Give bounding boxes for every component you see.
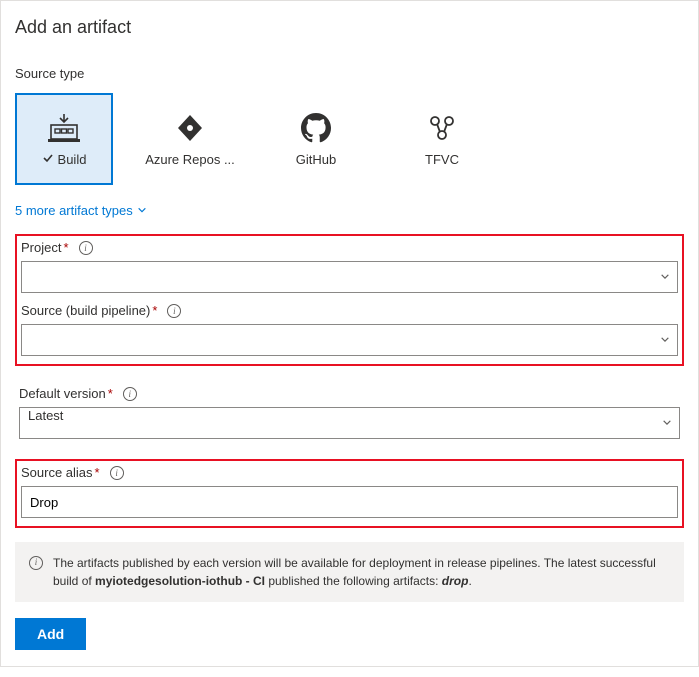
required-marker: *	[108, 386, 113, 401]
source-type-build-label: Build	[58, 152, 87, 167]
source-type-github-label: GitHub	[296, 152, 336, 167]
required-marker: *	[152, 303, 157, 318]
more-artifact-types-link[interactable]: 5 more artifact types	[15, 203, 147, 218]
source-type-azure-repos-label: Azure Repos ...	[145, 152, 235, 167]
azure-repos-icon	[175, 112, 205, 144]
chevron-down-icon	[137, 203, 147, 218]
info-icon[interactable]: i	[79, 241, 93, 255]
source-type-label: Source type	[15, 66, 684, 81]
source-alias-label: Source alias	[21, 465, 93, 480]
info-icon[interactable]: i	[167, 304, 181, 318]
source-type-azure-repos[interactable]: Azure Repos ...	[141, 93, 239, 185]
source-alias-input[interactable]	[21, 486, 678, 518]
github-icon	[301, 112, 331, 144]
required-marker: *	[63, 240, 68, 255]
source-select[interactable]	[21, 324, 678, 356]
required-marker: *	[95, 465, 100, 480]
info-icon[interactable]: i	[123, 387, 137, 401]
tfvc-icon	[427, 112, 457, 144]
source-alias-group: Source alias* i	[15, 459, 684, 528]
default-version-group: Default version* i Latest	[15, 380, 684, 445]
build-icon	[47, 112, 81, 144]
project-source-group: Project* i Source (build pipeline)* i	[15, 234, 684, 366]
source-label: Source (build pipeline)	[21, 303, 150, 318]
info-icon: i	[29, 556, 43, 570]
project-select[interactable]	[21, 261, 678, 293]
source-type-github[interactable]: GitHub	[267, 93, 365, 185]
source-type-tfvc[interactable]: TFVC	[393, 93, 491, 185]
artifact-info-box: i The artifacts published by each versio…	[15, 542, 684, 602]
default-version-label: Default version	[19, 386, 106, 401]
info-icon[interactable]: i	[110, 466, 124, 480]
default-version-select[interactable]: Latest	[19, 407, 680, 439]
source-type-build[interactable]: Build	[15, 93, 113, 185]
source-type-list: Build Azure Repos ... GitHub TFVC	[15, 93, 684, 185]
panel-title: Add an artifact	[15, 17, 684, 38]
source-type-tfvc-label: TFVC	[425, 152, 459, 167]
check-icon	[42, 152, 54, 167]
project-label: Project	[21, 240, 61, 255]
artifact-info-text: The artifacts published by each version …	[53, 554, 670, 590]
add-button[interactable]: Add	[15, 618, 86, 650]
